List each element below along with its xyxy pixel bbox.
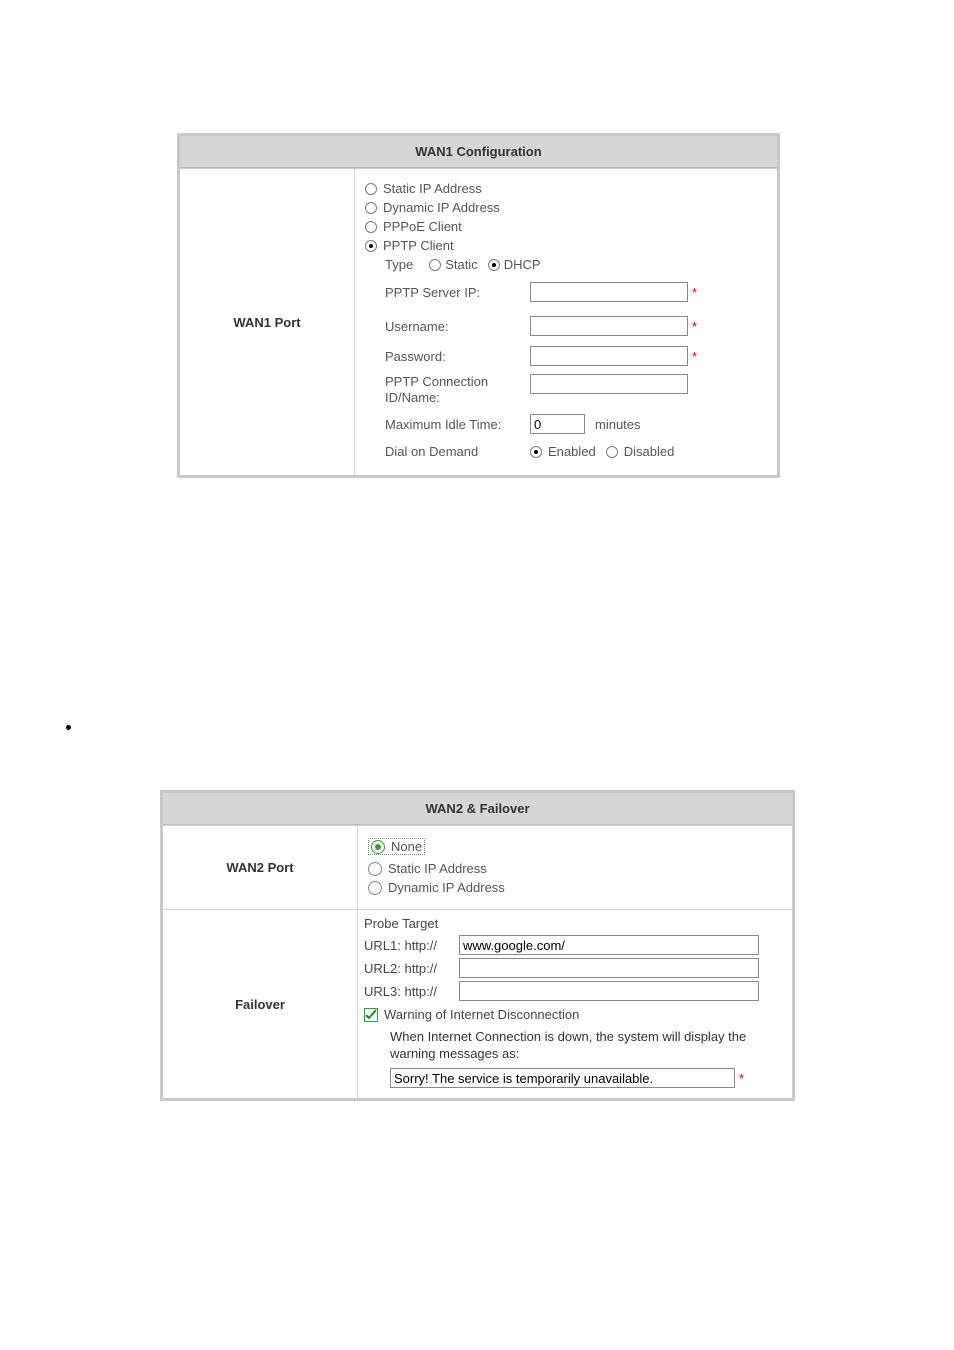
- failover-url3-input[interactable]: [459, 981, 759, 1001]
- wan1-mode-pptp-label: PPTP Client: [383, 238, 454, 253]
- radio-off-icon[interactable]: [429, 259, 441, 271]
- wan1-mode-static-label: Static IP Address: [383, 181, 482, 196]
- failover-warn-check-label: Warning of Internet Disconnection: [384, 1007, 579, 1022]
- radio-on-icon: [365, 240, 377, 252]
- required-asterisk: *: [692, 349, 697, 364]
- required-asterisk: *: [692, 285, 697, 300]
- failover-url3-label: URL3: http://: [364, 984, 459, 999]
- pptp-type-static-label: Static: [445, 257, 478, 272]
- required-asterisk: *: [739, 1071, 744, 1086]
- wan1-header: WAN1 Configuration: [180, 136, 777, 168]
- pptp-password-input[interactable]: [530, 346, 688, 366]
- pptp-server-ip-input[interactable]: [530, 282, 688, 302]
- failover-warn-desc: When Internet Connection is down, the sy…: [390, 1028, 770, 1062]
- pptp-password-row: Password: *: [365, 346, 767, 366]
- radio-on-icon: [371, 840, 385, 854]
- pptp-dial-label: Dial on Demand: [365, 444, 530, 459]
- radio-off-icon: [365, 183, 377, 195]
- radio-off-icon: [365, 221, 377, 233]
- pptp-dial-enabled-label: Enabled: [548, 444, 596, 459]
- failover-url3-row: URL3: http://: [364, 981, 784, 1001]
- failover-url2-row: URL2: http://: [364, 958, 784, 978]
- radio-off-icon: [368, 862, 382, 876]
- radio-off-icon: [368, 881, 382, 895]
- wan2-mode-dynamic[interactable]: Dynamic IP Address: [368, 880, 782, 895]
- pptp-type-row: Type Static DHCP: [385, 257, 767, 272]
- failover-warn-msg-input[interactable]: [390, 1068, 735, 1088]
- required-asterisk: *: [692, 319, 697, 334]
- radio-off-icon[interactable]: [606, 446, 618, 458]
- pptp-password-label: Password:: [365, 349, 530, 364]
- wan2-mode-none-label: None: [391, 839, 422, 854]
- failover-url1-label: URL1: http://: [364, 938, 459, 953]
- wan1-port-row: WAN1 Port Static IP Address Dynamic IP A…: [180, 168, 777, 475]
- failover-url1-input[interactable]: [459, 935, 759, 955]
- page-root: WAN1 Configuration WAN1 Port Static IP A…: [0, 0, 954, 1350]
- wan2-failover-table: WAN2 & Failover WAN2 Port None Static IP…: [160, 790, 795, 1101]
- wan2-mode-dynamic-label: Dynamic IP Address: [388, 880, 505, 895]
- wan1-mode-pppoe[interactable]: PPPoE Client: [365, 219, 767, 234]
- wan1-config-table: WAN1 Configuration WAN1 Port Static IP A…: [177, 133, 780, 478]
- pptp-server-ip-row: PPTP Server IP: *: [365, 282, 767, 302]
- wan2-port-label: WAN2 Port: [163, 826, 358, 909]
- pptp-type-dhcp-label: DHCP: [504, 257, 541, 272]
- wan1-mode-dynamic[interactable]: Dynamic IP Address: [365, 200, 767, 215]
- wan2-port-row: WAN2 Port None Static IP Address Dynamic…: [163, 825, 792, 909]
- radio-on-icon[interactable]: [530, 446, 542, 458]
- pptp-dial-disabled-label: Disabled: [624, 444, 675, 459]
- pptp-type-label: Type: [385, 257, 413, 272]
- wan2-header: WAN2 & Failover: [163, 793, 792, 825]
- failover-url1-row: URL1: http://: [364, 935, 784, 955]
- wan1-mode-pppoe-label: PPPoE Client: [383, 219, 462, 234]
- pptp-connid-input[interactable]: [530, 374, 688, 394]
- failover-row: Failover Probe Target URL1: http:// URL2…: [163, 909, 792, 1098]
- pptp-server-ip-label: PPTP Server IP:: [365, 285, 530, 300]
- pptp-idle-unit: minutes: [595, 417, 641, 432]
- wan2-mode-none[interactable]: None: [368, 836, 782, 857]
- bullet-icon: [66, 725, 71, 730]
- wan1-mode-dynamic-label: Dynamic IP Address: [383, 200, 500, 215]
- pptp-idle-row: Maximum Idle Time: minutes: [365, 414, 767, 434]
- wan2-mode-static-label: Static IP Address: [388, 861, 487, 876]
- pptp-username-row: Username: *: [365, 316, 767, 336]
- wan1-port-content: Static IP Address Dynamic IP Address PPP…: [355, 169, 777, 475]
- pptp-connid-label: PPTP Connection ID/Name:: [365, 374, 530, 406]
- pptp-idle-label: Maximum Idle Time:: [365, 417, 530, 432]
- probe-target-label: Probe Target: [364, 916, 784, 931]
- pptp-username-input[interactable]: [530, 316, 688, 336]
- pptp-username-label: Username:: [365, 319, 530, 334]
- pptp-dial-row: Dial on Demand Enabled Disabled: [365, 444, 767, 459]
- failover-url2-input[interactable]: [459, 958, 759, 978]
- wan1-port-label: WAN1 Port: [180, 169, 355, 475]
- radio-off-icon: [365, 202, 377, 214]
- failover-warn-check-row[interactable]: Warning of Internet Disconnection: [364, 1007, 784, 1022]
- pptp-connid-row: PPTP Connection ID/Name:: [365, 374, 767, 406]
- wan1-mode-static[interactable]: Static IP Address: [365, 181, 767, 196]
- failover-content: Probe Target URL1: http:// URL2: http://…: [358, 910, 792, 1098]
- failover-warn-msg-row: *: [390, 1068, 784, 1088]
- wan1-mode-pptp[interactable]: PPTP Client: [365, 238, 767, 253]
- checkbox-checked-icon: [364, 1008, 378, 1022]
- wan2-port-content: None Static IP Address Dynamic IP Addres…: [358, 826, 792, 909]
- pptp-idle-input[interactable]: [530, 414, 585, 434]
- radio-on-icon[interactable]: [488, 259, 500, 271]
- wan2-mode-static[interactable]: Static IP Address: [368, 861, 782, 876]
- failover-url2-label: URL2: http://: [364, 961, 459, 976]
- failover-label: Failover: [163, 910, 358, 1098]
